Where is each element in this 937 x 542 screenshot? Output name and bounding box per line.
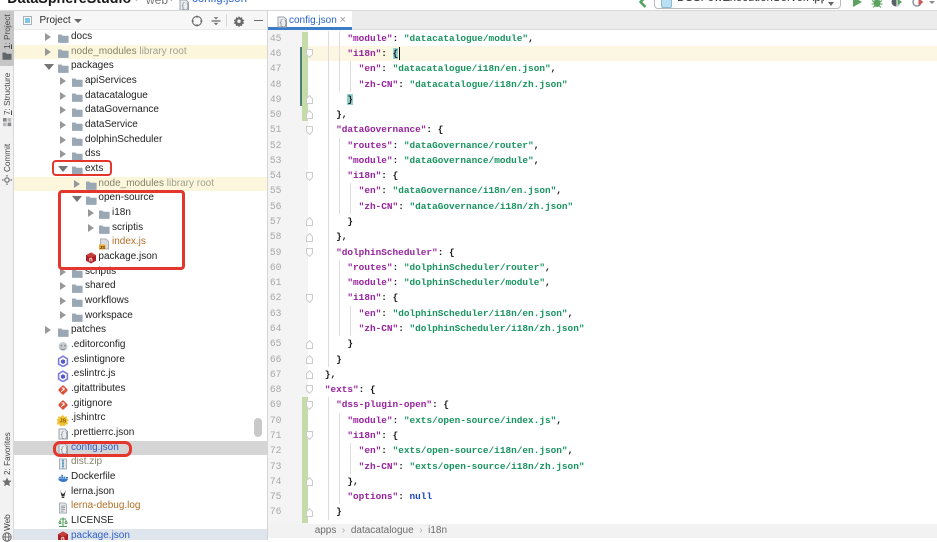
svg-text:{): {) — [279, 20, 287, 28]
svg-text:{): {) — [181, 3, 189, 10]
svg-text:JS: JS — [60, 418, 67, 424]
svg-text:{): {) — [60, 432, 68, 440]
svg-text:n: n — [61, 536, 65, 540]
